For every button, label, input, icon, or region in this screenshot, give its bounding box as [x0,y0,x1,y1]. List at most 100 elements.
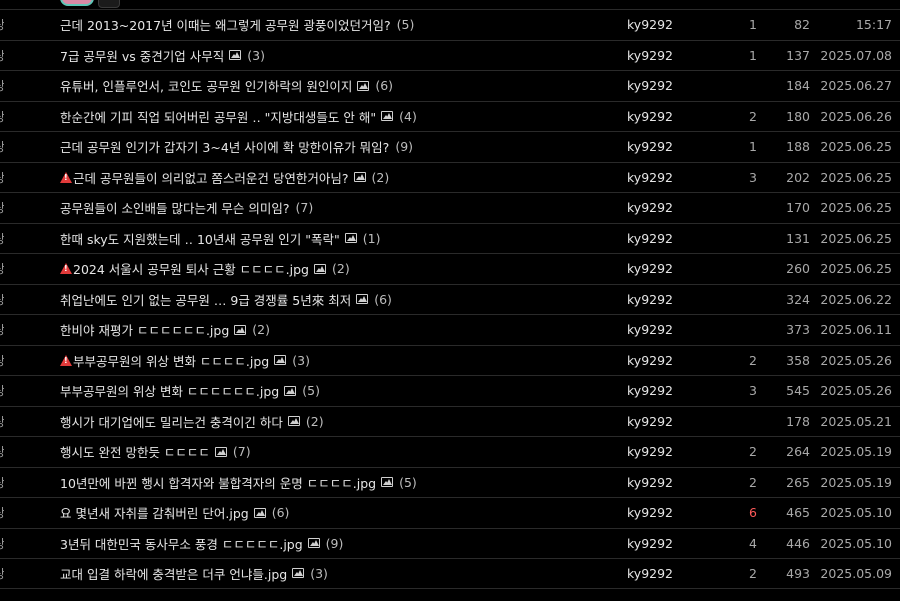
post-title-link[interactable]: 취업난에도 인기 없는 공무원 … 9급 경쟁률 5년來 최저 (6) [60,290,615,309]
table-row[interactable]: 상 한비야 재평가 ㄷㄷㄷㄷㄷㄷ.jpg (2) ky9292 373 2025… [0,314,900,345]
post-date: 2025.05.21 [820,413,892,429]
view-count: 446 [786,535,810,551]
post-title-link[interactable]: 행시도 완전 망한듯 ㄷㄷㄷㄷ (7) [60,442,615,461]
view-count: 545 [786,383,810,399]
post-title-link[interactable]: 공무원들이 소인배들 많다는게 무슨 의미임? (7) [60,198,615,217]
table-row[interactable]: 상 공무원들이 소인배들 많다는게 무슨 의미임? (7) ky9292 170… [0,192,900,223]
comment-count[interactable]: (3) [310,566,328,581]
author-name[interactable]: ky9292 [627,322,673,337]
post-title-link[interactable]: 교대 입결 하락에 충격받은 더쿠 언냐들.jpg (3) [60,564,615,583]
comment-count[interactable]: (5) [399,475,417,490]
comment-count[interactable]: (2) [372,170,390,185]
author-name[interactable]: ky9292 [627,78,673,93]
post-date: 15:17 [855,17,892,33]
comment-count[interactable]: (1) [363,231,381,246]
table-row[interactable]: 상 교대 입결 하락에 충격받은 더쿠 언냐들.jpg (3) ky9292 2… [0,558,900,589]
author-name[interactable]: ky9292 [627,292,673,307]
comment-count[interactable]: (3) [292,353,310,368]
comment-count[interactable]: (5) [397,17,415,32]
table-row[interactable]: 상 부부공무원의 위상 변화 ㄷㄷㄷㄷㄷㄷ.jpg (5) ky9292 3 5… [0,375,900,406]
comment-count[interactable]: (9) [326,536,344,551]
post-title-text: 근데 공무원 인기가 갑자기 3~4년 사이에 확 망한이유가 뭐임? [60,140,390,156]
comment-count[interactable]: (5) [302,383,320,398]
comment-count[interactable]: (7) [233,444,251,459]
post-title-link[interactable]: 유튜버, 인플루언서, 코인도 공무원 인기하락의 원인이지 (6) [60,76,615,95]
author-name[interactable]: ky9292 [627,109,673,124]
author-name[interactable]: ky9292 [627,414,673,429]
post-title-link[interactable]: 근데 공무원들이 의리없고 쫌스러운건 당연한거아님? (2) [60,168,615,187]
table-row[interactable]: 상 행시가 대기업에도 밀리는건 충격이긴 하다 (2) ky9292 178 … [0,405,900,437]
recommend-count: 1 [749,17,757,33]
author-name[interactable]: ky9292 [627,48,673,63]
table-row[interactable]: 상 요 몇년새 자취를 감춰버린 단어.jpg (6) ky9292 6 465… [0,497,900,528]
recommend-count: 4 [749,535,757,551]
author-name[interactable]: ky9292 [627,536,673,551]
image-icon [234,324,247,335]
recommend-count: 2 [749,352,757,368]
comment-count[interactable]: (2) [252,322,270,337]
view-count: 82 [794,17,810,33]
author-name[interactable]: ky9292 [627,353,673,368]
post-title-text: 행시가 대기업에도 밀리는건 충격이긴 하다 [60,414,283,430]
table-row[interactable]: 상 2024 서울시 공무원 퇴사 근황 ㄷㄷㄷㄷ.jpg (2) ky9292… [0,253,900,284]
post-title-link[interactable]: 행시가 대기업에도 밀리는건 충격이긴 하다 (2) [60,412,615,431]
table-row[interactable]: 상 근데 공무원들이 의리없고 쫌스러운건 당연한거아님? (2) ky9292… [0,161,900,193]
table-row[interactable]: 상 근데 공무원 인기가 갑자기 3~4년 사이에 확 망한이유가 뭐임? (9… [0,131,900,162]
post-date: 2025.05.09 [820,565,892,581]
warning-icon [60,263,72,275]
post-title-link[interactable]: 근데 2013~2017년 이때는 왜그렇게 공무원 광풍이었던거임? (5) [60,15,615,34]
table-row[interactable]: 상 행시도 완전 망한듯 ㄷㄷㄷㄷ (7) ky9292 2 264 2025.… [0,436,900,467]
author-name[interactable]: ky9292 [627,505,673,520]
author-name[interactable]: ky9292 [627,475,673,490]
table-row[interactable]: 상 10년만에 바뀐 행시 합격자와 불합격자의 운명 ㄷㄷㄷㄷ.jpg (5)… [0,466,900,498]
comment-count[interactable]: (4) [399,109,417,124]
post-title-link[interactable]: 2024 서울시 공무원 퇴사 근황 ㄷㄷㄷㄷ.jpg (2) [60,259,615,278]
post-date: 2025.06.22 [820,291,892,307]
table-row[interactable]: 상 근데 2013~2017년 이때는 왜그렇게 공무원 광풍이었던거임? (5… [0,9,900,40]
recommend-count: 1 [749,47,757,63]
table-row[interactable]: 상 한때 sky도 지원했는데 ‥ 10년새 공무원 인기 "폭락" (1) k… [0,222,900,254]
author-name[interactable]: ky9292 [627,200,673,215]
category-label: 상 [0,291,4,308]
image-icon [229,50,242,61]
author-name[interactable]: ky9292 [627,231,673,246]
image-icon [344,233,357,244]
comment-count[interactable]: (9) [395,139,413,154]
author-name[interactable]: ky9292 [627,170,673,185]
post-title-link[interactable]: 부부공무원의 위상 변화 ㄷㄷㄷㄷㄷㄷ.jpg (5) [60,381,615,400]
post-title-link[interactable]: 7급 공무원 vs 중견기업 사무직 (3) [60,46,615,65]
table-row[interactable]: 상 부부공무원의 위상 변화 ㄷㄷㄷㄷ.jpg (3) ky9292 2 358… [0,344,900,376]
table-row[interactable]: 상 취업난에도 인기 없는 공무원 … 9급 경쟁률 5년來 최저 (6) ky… [0,283,900,315]
post-title-link[interactable]: 근데 공무원 인기가 갑자기 3~4년 사이에 확 망한이유가 뭐임? (9) [60,137,615,156]
post-title-link[interactable]: 한순간에 기피 직업 되어버린 공무원 ‥ "지방대생들도 안 해" (4) [60,107,615,126]
author-name[interactable]: ky9292 [627,566,673,581]
post-title-link[interactable]: 부부공무원의 위상 변화 ㄷㄷㄷㄷ.jpg (3) [60,351,615,370]
comment-count[interactable]: (7) [296,200,314,215]
table-row[interactable]: 상 3년뒤 대한민국 동사무소 풍경 ㄷㄷㄷㄷㄷ.jpg (9) ky9292 … [0,527,900,559]
comment-count[interactable]: (6) [375,78,393,93]
comment-count[interactable]: (6) [272,505,290,520]
comment-count[interactable]: (2) [332,261,350,276]
post-title-link[interactable]: 요 몇년새 자취를 감춰버린 단어.jpg (6) [60,503,615,522]
comment-count[interactable]: (2) [306,414,324,429]
author-name[interactable]: ky9292 [627,139,673,154]
image-icon [214,446,227,457]
author-name[interactable]: ky9292 [627,17,673,32]
post-title-link[interactable]: 3년뒤 대한민국 동사무소 풍경 ㄷㄷㄷㄷㄷ.jpg (9) [60,534,615,553]
post-date: 2025.06.25 [820,139,892,155]
table-row[interactable]: 상 유튜버, 인플루언서, 코인도 공무원 인기하락의 원인이지 (6) ky9… [0,70,900,101]
table-row[interactable]: 상 한순간에 기피 직업 되어버린 공무원 ‥ "지방대생들도 안 해" (4)… [0,100,900,132]
avatar[interactable] [60,0,94,6]
author-name[interactable]: ky9292 [627,444,673,459]
comment-count[interactable]: (6) [374,292,392,307]
author-name[interactable]: ky9292 [627,261,673,276]
post-title-text: 유튜버, 인플루언서, 코인도 공무원 인기하락의 원인이지 [60,79,353,95]
post-title-text: 부부공무원의 위상 변화 ㄷㄷㄷㄷㄷㄷ.jpg [60,384,280,400]
table-row[interactable]: 상 7급 공무원 vs 중견기업 사무직 (3) ky9292 1 137 20… [0,39,900,71]
comment-count[interactable]: (3) [247,48,265,63]
post-title-link[interactable]: 한때 sky도 지원했는데 ‥ 10년새 공무원 인기 "폭락" (1) [60,229,615,248]
post-date: 2025.05.26 [820,352,892,368]
post-title-link[interactable]: 10년만에 바뀐 행시 합격자와 불합격자의 운명 ㄷㄷㄷㄷ.jpg (5) [60,473,615,492]
author-name[interactable]: ky9292 [627,383,673,398]
post-title-link[interactable]: 한비야 재평가 ㄷㄷㄷㄷㄷㄷ.jpg (2) [60,320,615,339]
